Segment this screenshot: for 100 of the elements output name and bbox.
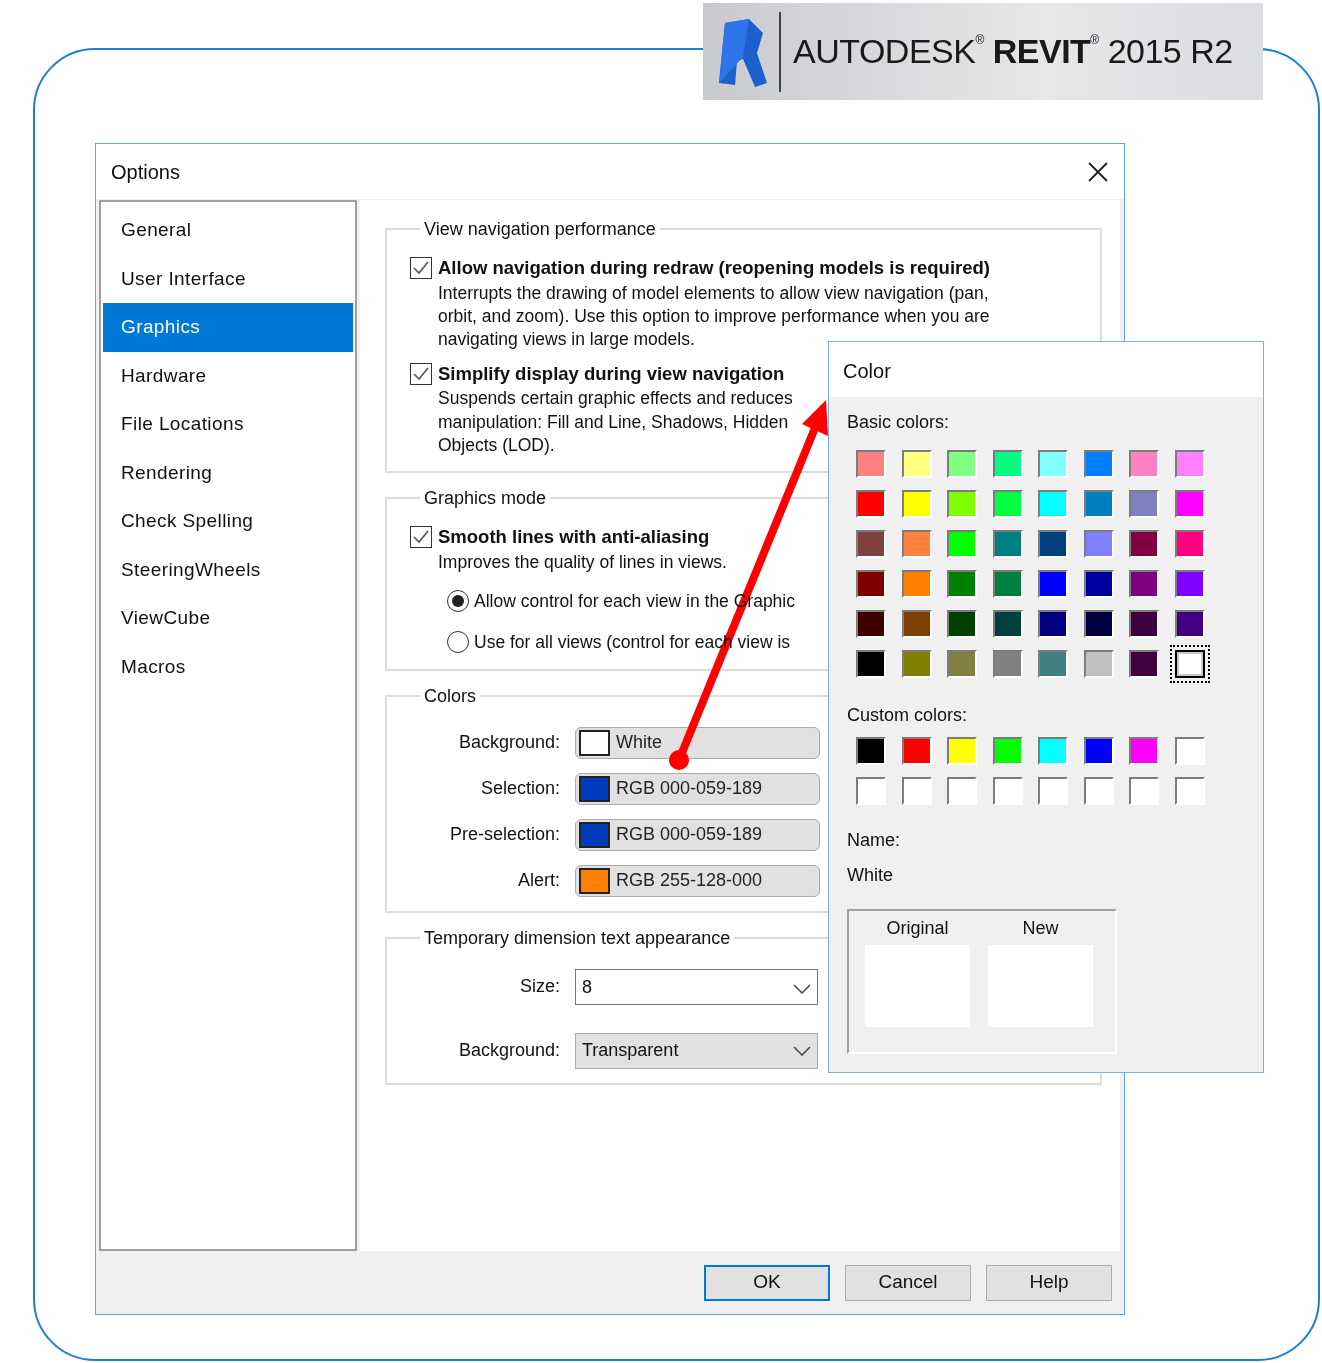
color-swatch[interactable] (901, 530, 932, 558)
color-swatch[interactable] (901, 490, 932, 518)
color-swatch[interactable] (1083, 650, 1114, 678)
color-swatch[interactable] (1129, 450, 1159, 478)
color-swatch[interactable] (1129, 530, 1159, 558)
color-swatch[interactable] (901, 737, 932, 765)
color-swatch[interactable] (1038, 777, 1068, 805)
color-button[interactable]: RGB 000-059-189 (575, 818, 820, 851)
sidebar-item[interactable]: Rendering (103, 448, 353, 497)
color-swatch[interactable] (1083, 450, 1114, 478)
color-swatch[interactable] (856, 737, 886, 765)
checkbox[interactable] (410, 526, 432, 549)
color-name: White (847, 864, 894, 887)
logo-r-icon (717, 16, 767, 87)
color-swatch[interactable] (947, 777, 977, 805)
color-swatch[interactable] (947, 490, 977, 518)
color-swatch[interactable] (1083, 737, 1114, 765)
sidebar-item[interactable]: General (103, 206, 353, 255)
checkbox-label: Smooth lines with anti-aliasing (438, 525, 710, 550)
color-swatch[interactable] (856, 610, 886, 638)
color-swatch[interactable] (1038, 570, 1068, 598)
color-swatch[interactable] (856, 530, 886, 558)
color-swatch[interactable] (992, 490, 1023, 518)
sidebar-item[interactable]: File Locations (103, 400, 353, 449)
description-text: Improves the quality of lines in views. (438, 551, 727, 575)
sidebar-item[interactable]: ViewCube (103, 594, 353, 643)
color-swatch[interactable] (1174, 737, 1205, 765)
section-label: Custom colors: (847, 704, 969, 727)
checkbox[interactable] (410, 256, 432, 279)
checkbox[interactable] (410, 362, 432, 385)
group-title: Colors (423, 686, 477, 705)
sidebar-item[interactable]: Hardware (103, 351, 353, 400)
group-title: View navigation performance (423, 220, 657, 238)
color-swatch[interactable] (947, 650, 977, 678)
color-swatch[interactable] (1038, 450, 1068, 478)
color-swatch[interactable] (1083, 490, 1114, 518)
field-label: Size: (518, 975, 561, 999)
color-swatch[interactable] (901, 777, 932, 805)
color-swatch[interactable] (856, 450, 886, 478)
color-swatch[interactable] (947, 450, 977, 478)
color-swatch[interactable] (992, 530, 1023, 558)
color-swatch[interactable] (992, 570, 1023, 598)
color-swatch[interactable] (901, 610, 932, 638)
dialog-button[interactable]: Cancel (845, 1264, 971, 1301)
color-button[interactable]: RGB 255-128-000 (575, 864, 820, 897)
color-swatch[interactable] (1083, 610, 1114, 638)
color-swatch[interactable] (947, 530, 977, 558)
color-swatch[interactable] (901, 450, 932, 478)
description-text: Suspends certain graphic effects and reduces manipulation: Fill and Line, Shadows, Hidden Objects (LOD). (438, 387, 793, 457)
color-swatch[interactable] (901, 650, 932, 678)
dialog-button[interactable]: Help (986, 1264, 1112, 1301)
color-swatch[interactable] (1129, 777, 1159, 805)
color-swatch[interactable] (1174, 490, 1205, 518)
checkbox-label: Simplify display during view navigation (438, 361, 785, 386)
color-swatch[interactable] (1038, 530, 1068, 558)
color-swatch[interactable] (947, 737, 977, 765)
color-swatch[interactable] (1174, 450, 1205, 478)
color-swatch[interactable] (856, 490, 886, 518)
field-label: Background: (457, 1039, 561, 1063)
dropdown-field[interactable]: Transparent (575, 1032, 818, 1069)
color-swatch[interactable] (856, 570, 886, 598)
color-swatch[interactable] (1038, 610, 1068, 638)
dialog-button[interactable]: OK (704, 1264, 830, 1301)
color-swatch[interactable] (947, 570, 977, 598)
color-swatch[interactable] (992, 737, 1023, 765)
color-button[interactable]: White (575, 726, 820, 759)
color-swatch[interactable] (992, 777, 1023, 805)
sidebar-item[interactable]: Check Spelling (103, 497, 353, 546)
sidebar-item[interactable]: SteeringWheels (103, 545, 353, 594)
field-label: Name: (847, 829, 901, 852)
color-swatch[interactable] (992, 610, 1023, 638)
color-swatch[interactable] (1174, 777, 1205, 805)
color-swatch[interactable] (1129, 610, 1159, 638)
color-swatch[interactable] (1129, 490, 1159, 518)
color-swatch[interactable] (1174, 570, 1205, 598)
color-swatch[interactable] (1129, 737, 1159, 765)
color-swatch[interactable] (992, 650, 1023, 678)
color-swatch[interactable] (947, 610, 977, 638)
color-swatch[interactable] (1174, 530, 1205, 558)
color-swatch[interactable] (1083, 777, 1114, 805)
color-swatch[interactable] (1174, 610, 1205, 638)
color-swatch[interactable] (1129, 570, 1159, 598)
color-swatch[interactable] (856, 650, 886, 678)
sidebar-item[interactable]: Macros (103, 642, 353, 691)
sidebar-item[interactable]: Graphics (103, 303, 353, 352)
close-icon[interactable] (1088, 161, 1108, 182)
color-swatch[interactable] (1129, 650, 1159, 678)
field-label: Background: (457, 731, 561, 755)
color-swatch[interactable] (1038, 650, 1068, 678)
dialog-title: Options (111, 159, 180, 185)
color-swatch[interactable] (992, 450, 1023, 478)
color-swatch[interactable] (1038, 490, 1068, 518)
color-swatch[interactable] (856, 777, 886, 805)
color-swatch[interactable] (901, 570, 932, 598)
color-swatch[interactable] (1038, 737, 1068, 765)
color-swatch[interactable] (1083, 570, 1114, 598)
sidebar-item[interactable]: User Interface (103, 254, 353, 303)
dropdown-field[interactable]: 8 (575, 968, 818, 1005)
color-button[interactable]: RGB 000-059-189 (575, 772, 820, 805)
color-swatch[interactable] (1083, 530, 1114, 558)
